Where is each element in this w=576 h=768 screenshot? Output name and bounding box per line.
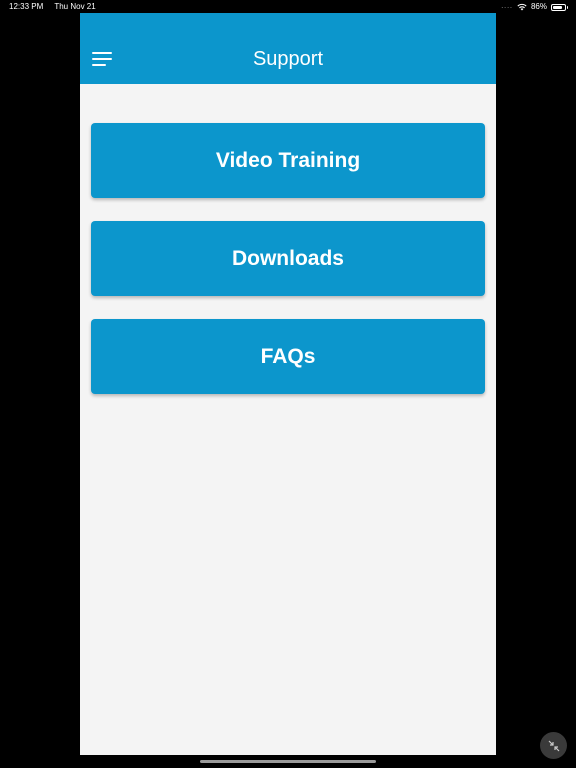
support-menu-list: Video Training Downloads FAQs: [91, 123, 485, 417]
status-time: 12:33 PM: [9, 2, 44, 11]
status-date: Thu Nov 21: [54, 2, 96, 11]
collapse-arrows-icon: [548, 740, 559, 751]
home-indicator[interactable]: [200, 760, 376, 763]
battery-percent: 86%: [530, 2, 547, 11]
downloads-button[interactable]: Downloads: [91, 221, 485, 296]
faqs-button[interactable]: FAQs: [91, 319, 485, 394]
status-left: 12:33 PM Thu Nov 21: [9, 0, 105, 14]
collapse-button[interactable]: [540, 732, 567, 759]
status-right: .... 86%: [501, 0, 568, 14]
nav-bar: Support: [80, 13, 496, 84]
video-training-button[interactable]: Video Training: [91, 123, 485, 198]
app-window: Support Video Training Downloads FAQs: [80, 13, 496, 755]
battery-icon: [551, 3, 568, 11]
battery-fill: [553, 5, 563, 9]
status-bar: 12:33 PM Thu Nov 21 .... 86%: [0, 0, 576, 14]
wifi-icon: [517, 3, 527, 11]
cellular-dots: ....: [501, 3, 513, 10]
page-title: Support: [252, 48, 324, 70]
